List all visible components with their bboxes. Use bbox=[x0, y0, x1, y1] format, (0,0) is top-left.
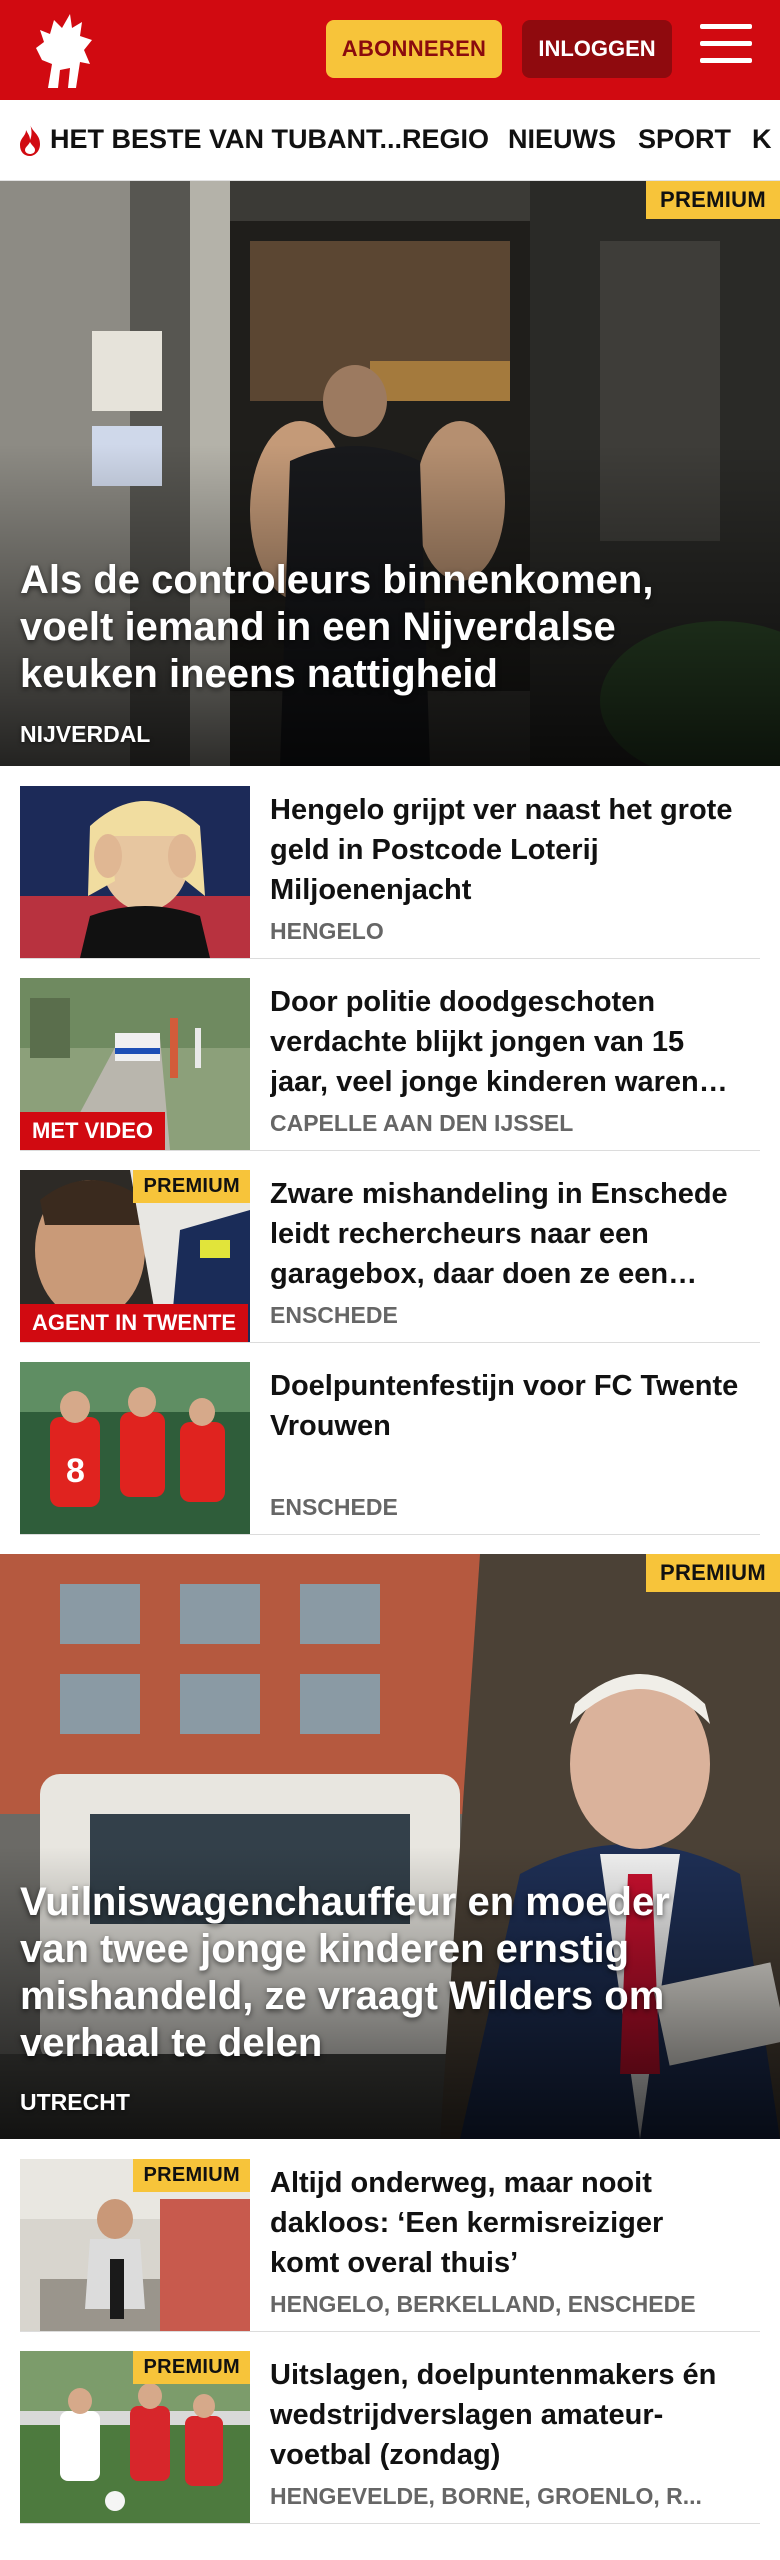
article-title[interactable]: Door politie doodgeschoten verdachte bli… bbox=[270, 982, 740, 1102]
flame-icon bbox=[20, 124, 40, 156]
premium-badge: PREMIUM bbox=[133, 2159, 250, 2192]
article-title[interactable]: Uitslagen, doelpuntenmakers én wedstrijd… bbox=[270, 2355, 740, 2475]
list-item[interactable]: PREMIUM Uitslagen, doelpuntenmakers én w… bbox=[0, 2331, 780, 2524]
list-item[interactable]: Hengelo grijpt ver naast het grote geld … bbox=[0, 766, 780, 959]
hero-title[interactable]: Als de controleurs binnenkomen, voelt ie… bbox=[20, 557, 740, 698]
article-title[interactable]: Doelpuntenfestijn voor FC Twente Vrouwen bbox=[270, 1366, 740, 1446]
video-label: MET VIDEO bbox=[20, 1112, 166, 1150]
article-thumbnail bbox=[20, 786, 250, 958]
nav-item-best-of[interactable]: HET BESTE VAN TUBANT... bbox=[50, 124, 402, 155]
article-location: CAPELLE AAN DEN IJSSEL bbox=[270, 1110, 574, 1136]
hero-article-2[interactable]: PREMIUM Vuilniswagenchauffeur en moeder … bbox=[0, 1554, 780, 2139]
article-location: HENGEVELDE, BORNE, GROENLO, R... bbox=[270, 2483, 702, 2509]
login-button[interactable]: INLOGGEN bbox=[522, 20, 672, 78]
divider bbox=[20, 2523, 760, 2524]
list-item[interactable]: PREMIUM AGENT IN TWENTE Zware mishandeli… bbox=[0, 1150, 780, 1343]
nav-item-sport[interactable]: SPORT bbox=[638, 124, 731, 155]
article-title[interactable]: Zware mishandeling in Enschede leidt rec… bbox=[270, 1174, 740, 1294]
subscribe-button[interactable]: ABONNEREN bbox=[326, 20, 502, 78]
article-title[interactable]: Altijd onderweg, maar nooit dakloos: ‘Ee… bbox=[270, 2163, 740, 2283]
hero-article[interactable]: PREMIUM Als de controleurs binnenkomen, … bbox=[0, 181, 780, 766]
hero-title[interactable]: Vuilniswagenchauffeur en moeder van twee… bbox=[20, 1879, 740, 2067]
article-list: Hengelo grijpt ver naast het grote geld … bbox=[0, 766, 780, 1535]
article-location: ENSCHEDE bbox=[270, 1494, 398, 1520]
article-title[interactable]: Hengelo grijpt ver naast het grote geld … bbox=[270, 790, 740, 910]
hamburger-menu-icon[interactable] bbox=[700, 24, 752, 70]
svg-text:8: 8 bbox=[66, 1452, 85, 1490]
site-header: ABONNEREN INLOGGEN bbox=[0, 0, 780, 100]
article-location: ENSCHEDE bbox=[270, 1302, 398, 1328]
article-thumbnail: 8 bbox=[20, 1362, 250, 1534]
nav-item-nieuws[interactable]: NIEUWS bbox=[508, 124, 616, 155]
article-list-2: PREMIUM Altijd onderweg, maar nooit dakl… bbox=[0, 2139, 780, 2524]
list-item[interactable]: 8 Doelpuntenfestijn voor FC Twente Vrouw… bbox=[0, 1342, 780, 1535]
premium-badge: PREMIUM bbox=[646, 181, 780, 219]
article-thumbnail: PREMIUM AGENT IN TWENTE bbox=[20, 1170, 250, 1342]
tubantia-horse-logo[interactable] bbox=[18, 8, 108, 94]
nav-item-regio[interactable]: REGIO bbox=[402, 124, 489, 155]
hero-location: UTRECHT bbox=[20, 2089, 130, 2115]
article-thumbnail: PREMIUM bbox=[20, 2351, 250, 2523]
article-location: HENGELO bbox=[270, 918, 384, 944]
divider bbox=[20, 1534, 760, 1535]
premium-badge: PREMIUM bbox=[133, 2351, 250, 2384]
hero-location: NIJVERDAL bbox=[20, 721, 151, 747]
list-item[interactable]: MET VIDEO Door politie doodgeschoten ver… bbox=[0, 958, 780, 1151]
series-label: AGENT IN TWENTE bbox=[20, 1304, 249, 1342]
premium-badge: PREMIUM bbox=[133, 1170, 250, 1203]
article-thumbnail: MET VIDEO bbox=[20, 978, 250, 1150]
article-location: HENGELO, BERKELLAND, ENSCHEDE bbox=[270, 2291, 696, 2317]
list-item[interactable]: PREMIUM Altijd onderweg, maar nooit dakl… bbox=[0, 2139, 780, 2332]
section-nav: HET BESTE VAN TUBANT... REGIO NIEUWS SPO… bbox=[0, 100, 780, 181]
premium-badge: PREMIUM bbox=[646, 1554, 780, 1592]
nav-item-truncated[interactable]: K bbox=[752, 124, 772, 155]
article-thumbnail: PREMIUM bbox=[20, 2159, 250, 2331]
